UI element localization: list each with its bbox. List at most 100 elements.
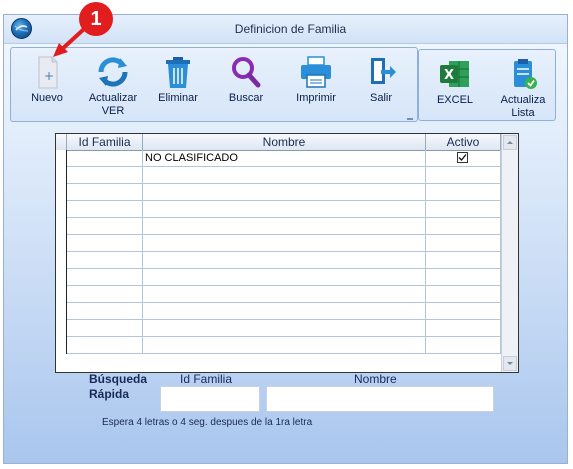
trash-icon: [158, 55, 198, 89]
refresh-button-label: Actualizar VER: [88, 92, 138, 117]
table-row[interactable]: [56, 286, 501, 303]
cell-activo[interactable]: [426, 286, 501, 302]
cell-nombre[interactable]: [143, 269, 426, 285]
excel-button[interactable]: X EXCEL: [429, 57, 481, 107]
column-header-id-familia[interactable]: Id Familia: [67, 134, 143, 150]
new-document-icon: +: [27, 55, 67, 89]
cell-activo[interactable]: [426, 201, 501, 217]
scroll-up-button[interactable]: [503, 135, 517, 150]
cell-nombre[interactable]: [143, 184, 426, 200]
cell-id-familia[interactable]: [67, 167, 143, 183]
cell-id-familia[interactable]: [67, 337, 143, 353]
table-row[interactable]: [56, 218, 501, 235]
refresh-icon: [93, 55, 133, 89]
search-button[interactable]: Buscar: [221, 55, 271, 105]
delete-button-label: Eliminar: [158, 92, 198, 104]
delete-button[interactable]: Eliminar: [153, 55, 203, 105]
cell-id-familia[interactable]: [67, 286, 143, 302]
update-list-button[interactable]: Actualiza Lista: [495, 57, 551, 120]
refresh-button[interactable]: Actualizar VER: [81, 55, 145, 118]
cell-activo[interactable]: [426, 303, 501, 319]
exit-button-label: Salir: [369, 92, 392, 104]
row-selector[interactable]: [56, 303, 67, 320]
cell-activo[interactable]: [426, 252, 501, 268]
row-selector[interactable]: [56, 320, 67, 337]
cell-activo[interactable]: [426, 218, 501, 234]
column-header-nombre[interactable]: Nombre: [143, 134, 426, 150]
quick-search-label-line1: Búsqueda: [89, 372, 148, 386]
cell-nombre[interactable]: [143, 320, 426, 336]
row-selector[interactable]: [56, 252, 67, 269]
column-header-activo[interactable]: Activo: [426, 134, 501, 150]
quick-search-label: Búsqueda Rápida: [89, 372, 147, 402]
toolbar-grip-icon: [407, 118, 413, 124]
activo-checkbox[interactable]: [457, 152, 468, 163]
table-row[interactable]: [56, 337, 501, 354]
cell-nombre[interactable]: NO CLASIFICADO: [143, 150, 426, 166]
exit-button[interactable]: Salir: [359, 55, 403, 105]
row-selector[interactable]: [56, 201, 67, 218]
table-row[interactable]: [56, 320, 501, 337]
checkmark-icon: [458, 154, 467, 161]
print-button-label: Imprimir: [296, 92, 336, 104]
cell-nombre[interactable]: [143, 218, 426, 234]
cell-activo[interactable]: [426, 337, 501, 353]
cell-nombre[interactable]: [143, 235, 426, 251]
clipboard-check-icon: [503, 57, 543, 91]
cell-id-familia[interactable]: [67, 150, 143, 166]
scroll-down-button[interactable]: [503, 356, 517, 371]
cell-nombre[interactable]: [143, 286, 426, 302]
row-selector[interactable]: [56, 286, 67, 303]
cell-activo[interactable]: [426, 269, 501, 285]
cell-activo[interactable]: [426, 167, 501, 183]
main-window: Definicion de Familia + Nuevo Actualizar…: [3, 14, 568, 464]
cell-id-familia[interactable]: [67, 201, 143, 217]
new-button[interactable]: + Nuevo: [19, 55, 75, 105]
row-selector-header: [56, 134, 67, 150]
row-selector[interactable]: [56, 337, 67, 354]
cell-id-familia[interactable]: [67, 320, 143, 336]
table-row[interactable]: [56, 269, 501, 286]
arrow-up-icon: [507, 141, 513, 144]
cell-nombre[interactable]: [143, 303, 426, 319]
cell-nombre[interactable]: [143, 167, 426, 183]
quick-search-label-line2: Rápida: [89, 387, 130, 401]
row-selector[interactable]: [56, 150, 67, 167]
row-selector[interactable]: [56, 269, 67, 286]
row-selector[interactable]: [56, 167, 67, 184]
cell-nombre[interactable]: [143, 201, 426, 217]
table-row[interactable]: NO CLASIFICADO: [56, 150, 501, 167]
cell-id-familia[interactable]: [67, 252, 143, 268]
grid-vertical-scrollbar[interactable]: [501, 134, 518, 372]
cell-activo[interactable]: [426, 150, 501, 166]
row-selector[interactable]: [56, 218, 67, 235]
cell-activo[interactable]: [426, 320, 501, 336]
familia-grid[interactable]: Id Familia Nombre Activo NO CLASIFICADO: [55, 133, 519, 373]
search-id-familia-input[interactable]: [160, 386, 260, 412]
search-nombre-input[interactable]: [266, 386, 494, 412]
svg-text:X: X: [444, 68, 454, 83]
cell-id-familia[interactable]: [67, 218, 143, 234]
table-row[interactable]: [56, 252, 501, 269]
print-button[interactable]: Imprimir: [289, 55, 343, 105]
table-row[interactable]: [56, 303, 501, 320]
grid-header: Id Familia Nombre Activo: [56, 134, 501, 151]
cell-nombre[interactable]: [143, 337, 426, 353]
row-selector[interactable]: [56, 235, 67, 252]
cell-activo[interactable]: [426, 184, 501, 200]
cell-nombre[interactable]: [143, 252, 426, 268]
cell-id-familia[interactable]: [67, 235, 143, 251]
table-row[interactable]: [56, 235, 501, 252]
cell-activo[interactable]: [426, 235, 501, 251]
cell-id-familia[interactable]: [67, 184, 143, 200]
cell-id-familia[interactable]: [67, 303, 143, 319]
annotation-arrow-icon: [53, 27, 86, 57]
table-row[interactable]: [56, 201, 501, 218]
excel-button-label: EXCEL: [436, 94, 474, 106]
table-row[interactable]: [56, 184, 501, 201]
cell-id-familia[interactable]: [67, 269, 143, 285]
table-row[interactable]: [56, 167, 501, 184]
row-selector[interactable]: [56, 184, 67, 201]
search-nombre-label: Nombre: [354, 372, 397, 386]
svg-text:+: +: [44, 69, 54, 83]
